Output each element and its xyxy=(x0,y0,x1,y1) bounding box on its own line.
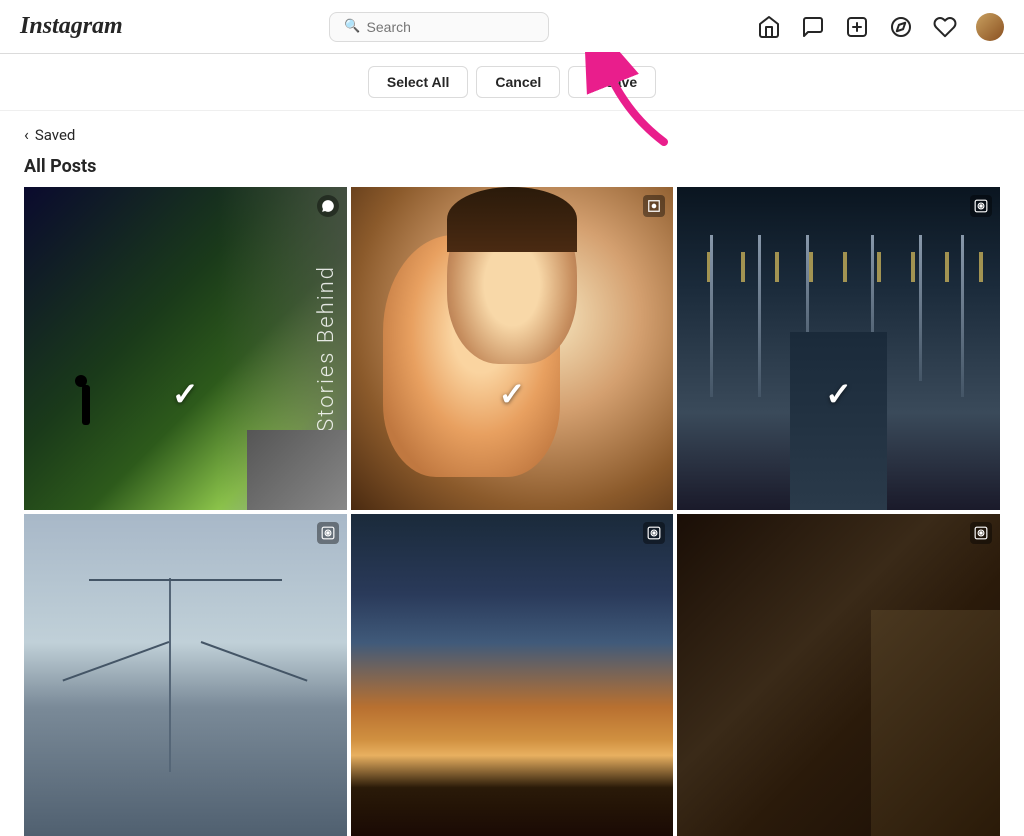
grid-item-2[interactable]: ✓ xyxy=(351,187,674,510)
action-bar: Select All Cancel Unsave xyxy=(0,54,1024,111)
checkmark-3: ✓ xyxy=(825,375,852,413)
back-button[interactable]: ‹ xyxy=(24,125,29,144)
reels-icon-6 xyxy=(970,522,992,544)
section-title: All Posts xyxy=(0,150,1024,187)
messenger-icon[interactable] xyxy=(800,14,826,40)
nav-icons xyxy=(756,13,1004,41)
reels-icon-2 xyxy=(643,195,665,217)
grid-item-3[interactable]: ✓ xyxy=(677,187,1000,510)
search-bar[interactable]: 🔍 xyxy=(329,12,549,42)
saved-nav: ‹ Saved xyxy=(0,111,1024,150)
reels-icon-5 xyxy=(643,522,665,544)
explore-icon[interactable] xyxy=(888,14,914,40)
messenger-badge-icon xyxy=(317,195,339,217)
saved-label: Saved xyxy=(35,126,76,144)
checkmark-1: ✓ xyxy=(172,375,199,413)
unsave-button[interactable]: Unsave xyxy=(568,66,656,98)
grid-item-1[interactable]: Stories Behind ✓ xyxy=(24,187,347,510)
heart-icon[interactable] xyxy=(932,14,958,40)
home-icon[interactable] xyxy=(756,14,782,40)
create-icon[interactable] xyxy=(844,14,870,40)
reels-icon-3 xyxy=(970,195,992,217)
reels-icon-4 xyxy=(317,522,339,544)
checkmark-2: ✓ xyxy=(499,375,526,413)
select-all-button[interactable]: Select All xyxy=(368,66,469,98)
grid-item-4[interactable] xyxy=(24,514,347,836)
profile-avatar[interactable] xyxy=(976,13,1004,41)
cancel-button[interactable]: Cancel xyxy=(476,66,560,98)
logo: Instagram xyxy=(20,13,123,40)
grid-item-5[interactable] xyxy=(351,514,674,836)
grid-item-6[interactable] xyxy=(677,514,1000,836)
search-input[interactable] xyxy=(367,19,535,35)
header: Instagram 🔍 xyxy=(0,0,1024,54)
search-icon: 🔍 xyxy=(344,19,360,34)
photo-grid: Stories Behind ✓ ✓ xyxy=(0,187,1024,836)
